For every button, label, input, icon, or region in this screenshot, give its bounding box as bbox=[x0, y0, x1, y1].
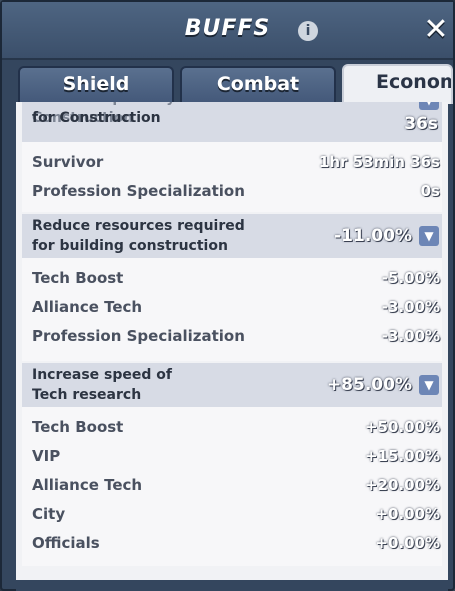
row-label: Survivor bbox=[32, 153, 104, 171]
section-rows: Survivor 1hr 53min 36s Profession Specia… bbox=[22, 142, 442, 212]
list-item: Alliance Tech +20.00% bbox=[22, 471, 442, 500]
row-value: -3.00% bbox=[381, 298, 440, 316]
row-label: VIP bbox=[32, 447, 61, 465]
buff-section-tech-research-speed: Increase speed of Tech research +85.00% … bbox=[22, 363, 442, 566]
tab-combat[interactable]: Combat bbox=[180, 66, 336, 102]
row-label: City bbox=[32, 505, 66, 523]
row-value: +50.00% bbox=[364, 418, 440, 436]
buff-section-construction-resources: Reduce resources required for building c… bbox=[22, 214, 442, 361]
section-rows: Tech Boost +50.00% VIP +15.00% Alliance … bbox=[22, 407, 442, 566]
close-icon[interactable]: ✕ bbox=[420, 14, 452, 46]
section-rows: Tech Boost -5.00% Alliance Tech -3.00% P… bbox=[22, 258, 442, 361]
row-label: Alliance Tech bbox=[32, 476, 143, 494]
list-item: City +0.00% bbox=[22, 500, 442, 529]
section-total-value: 36s bbox=[404, 114, 438, 134]
section-total-value: -11.00% bbox=[334, 226, 412, 246]
panel-header: BUFFS i ✕ bbox=[2, 2, 453, 60]
tab-shield[interactable]: Shield bbox=[18, 66, 174, 102]
list-item: Officials +0.00% bbox=[22, 529, 442, 558]
tab-bar: Shield Combat Econom bbox=[2, 62, 453, 104]
section-header[interactable]: Increase speed of Tech research +85.00% … bbox=[22, 363, 442, 407]
list-item: Survivor 1hr 53min 36s bbox=[22, 148, 442, 177]
row-value: +0.00% bbox=[375, 505, 440, 523]
row-label: Tech Boost bbox=[32, 269, 124, 287]
list-item: Tech Boost +50.00% bbox=[22, 413, 442, 442]
buff-list[interactable]: Increase speed by time for Construction … bbox=[16, 102, 448, 580]
section-total-value: +85.00% bbox=[326, 375, 412, 395]
list-item: VIP +15.00% bbox=[22, 442, 442, 471]
section-title: for Construction bbox=[32, 110, 161, 126]
list-item: Alliance Tech -3.00% bbox=[22, 293, 442, 322]
row-label: Profession Specialization bbox=[32, 327, 245, 345]
row-value: +20.00% bbox=[364, 476, 440, 494]
list-item: Tech Boost -5.00% bbox=[22, 264, 442, 293]
tab-economy[interactable]: Econom bbox=[342, 64, 453, 104]
panel-title: BUFFS bbox=[184, 16, 271, 41]
row-label: Alliance Tech bbox=[32, 298, 143, 316]
row-value: -5.00% bbox=[381, 269, 440, 287]
section-title: Reduce resources required for building c… bbox=[32, 218, 245, 254]
info-icon[interactable]: i bbox=[298, 21, 318, 41]
buffs-panel: BUFFS i ✕ Shield Combat Econom Increase … bbox=[0, 0, 455, 591]
buff-section-construction-speed: Increase speed by time for Construction … bbox=[22, 102, 442, 212]
section-title: Increase speed of Tech research bbox=[32, 367, 172, 403]
section-header[interactable]: Reduce resources required for building c… bbox=[22, 214, 442, 258]
chevron-down-icon[interactable]: ▼ bbox=[419, 102, 439, 110]
list-item: Profession Specialization 0s bbox=[22, 177, 442, 206]
panel-footer bbox=[16, 580, 448, 591]
row-value: 0s bbox=[420, 182, 440, 200]
row-value: 1hr 53min 36s bbox=[318, 153, 440, 171]
row-value: -3.00% bbox=[381, 327, 440, 345]
row-value: +15.00% bbox=[364, 447, 440, 465]
chevron-down-icon[interactable]: ▼ bbox=[419, 226, 439, 246]
row-label: Profession Specialization bbox=[32, 182, 245, 200]
row-value: +0.00% bbox=[375, 534, 440, 552]
list-item: Profession Specialization -3.00% bbox=[22, 322, 442, 351]
chevron-down-icon[interactable]: ▼ bbox=[419, 375, 439, 395]
row-label: Tech Boost bbox=[32, 418, 124, 436]
section-header[interactable]: Increase speed by time for Construction … bbox=[22, 102, 442, 142]
row-label: Officials bbox=[32, 534, 100, 552]
